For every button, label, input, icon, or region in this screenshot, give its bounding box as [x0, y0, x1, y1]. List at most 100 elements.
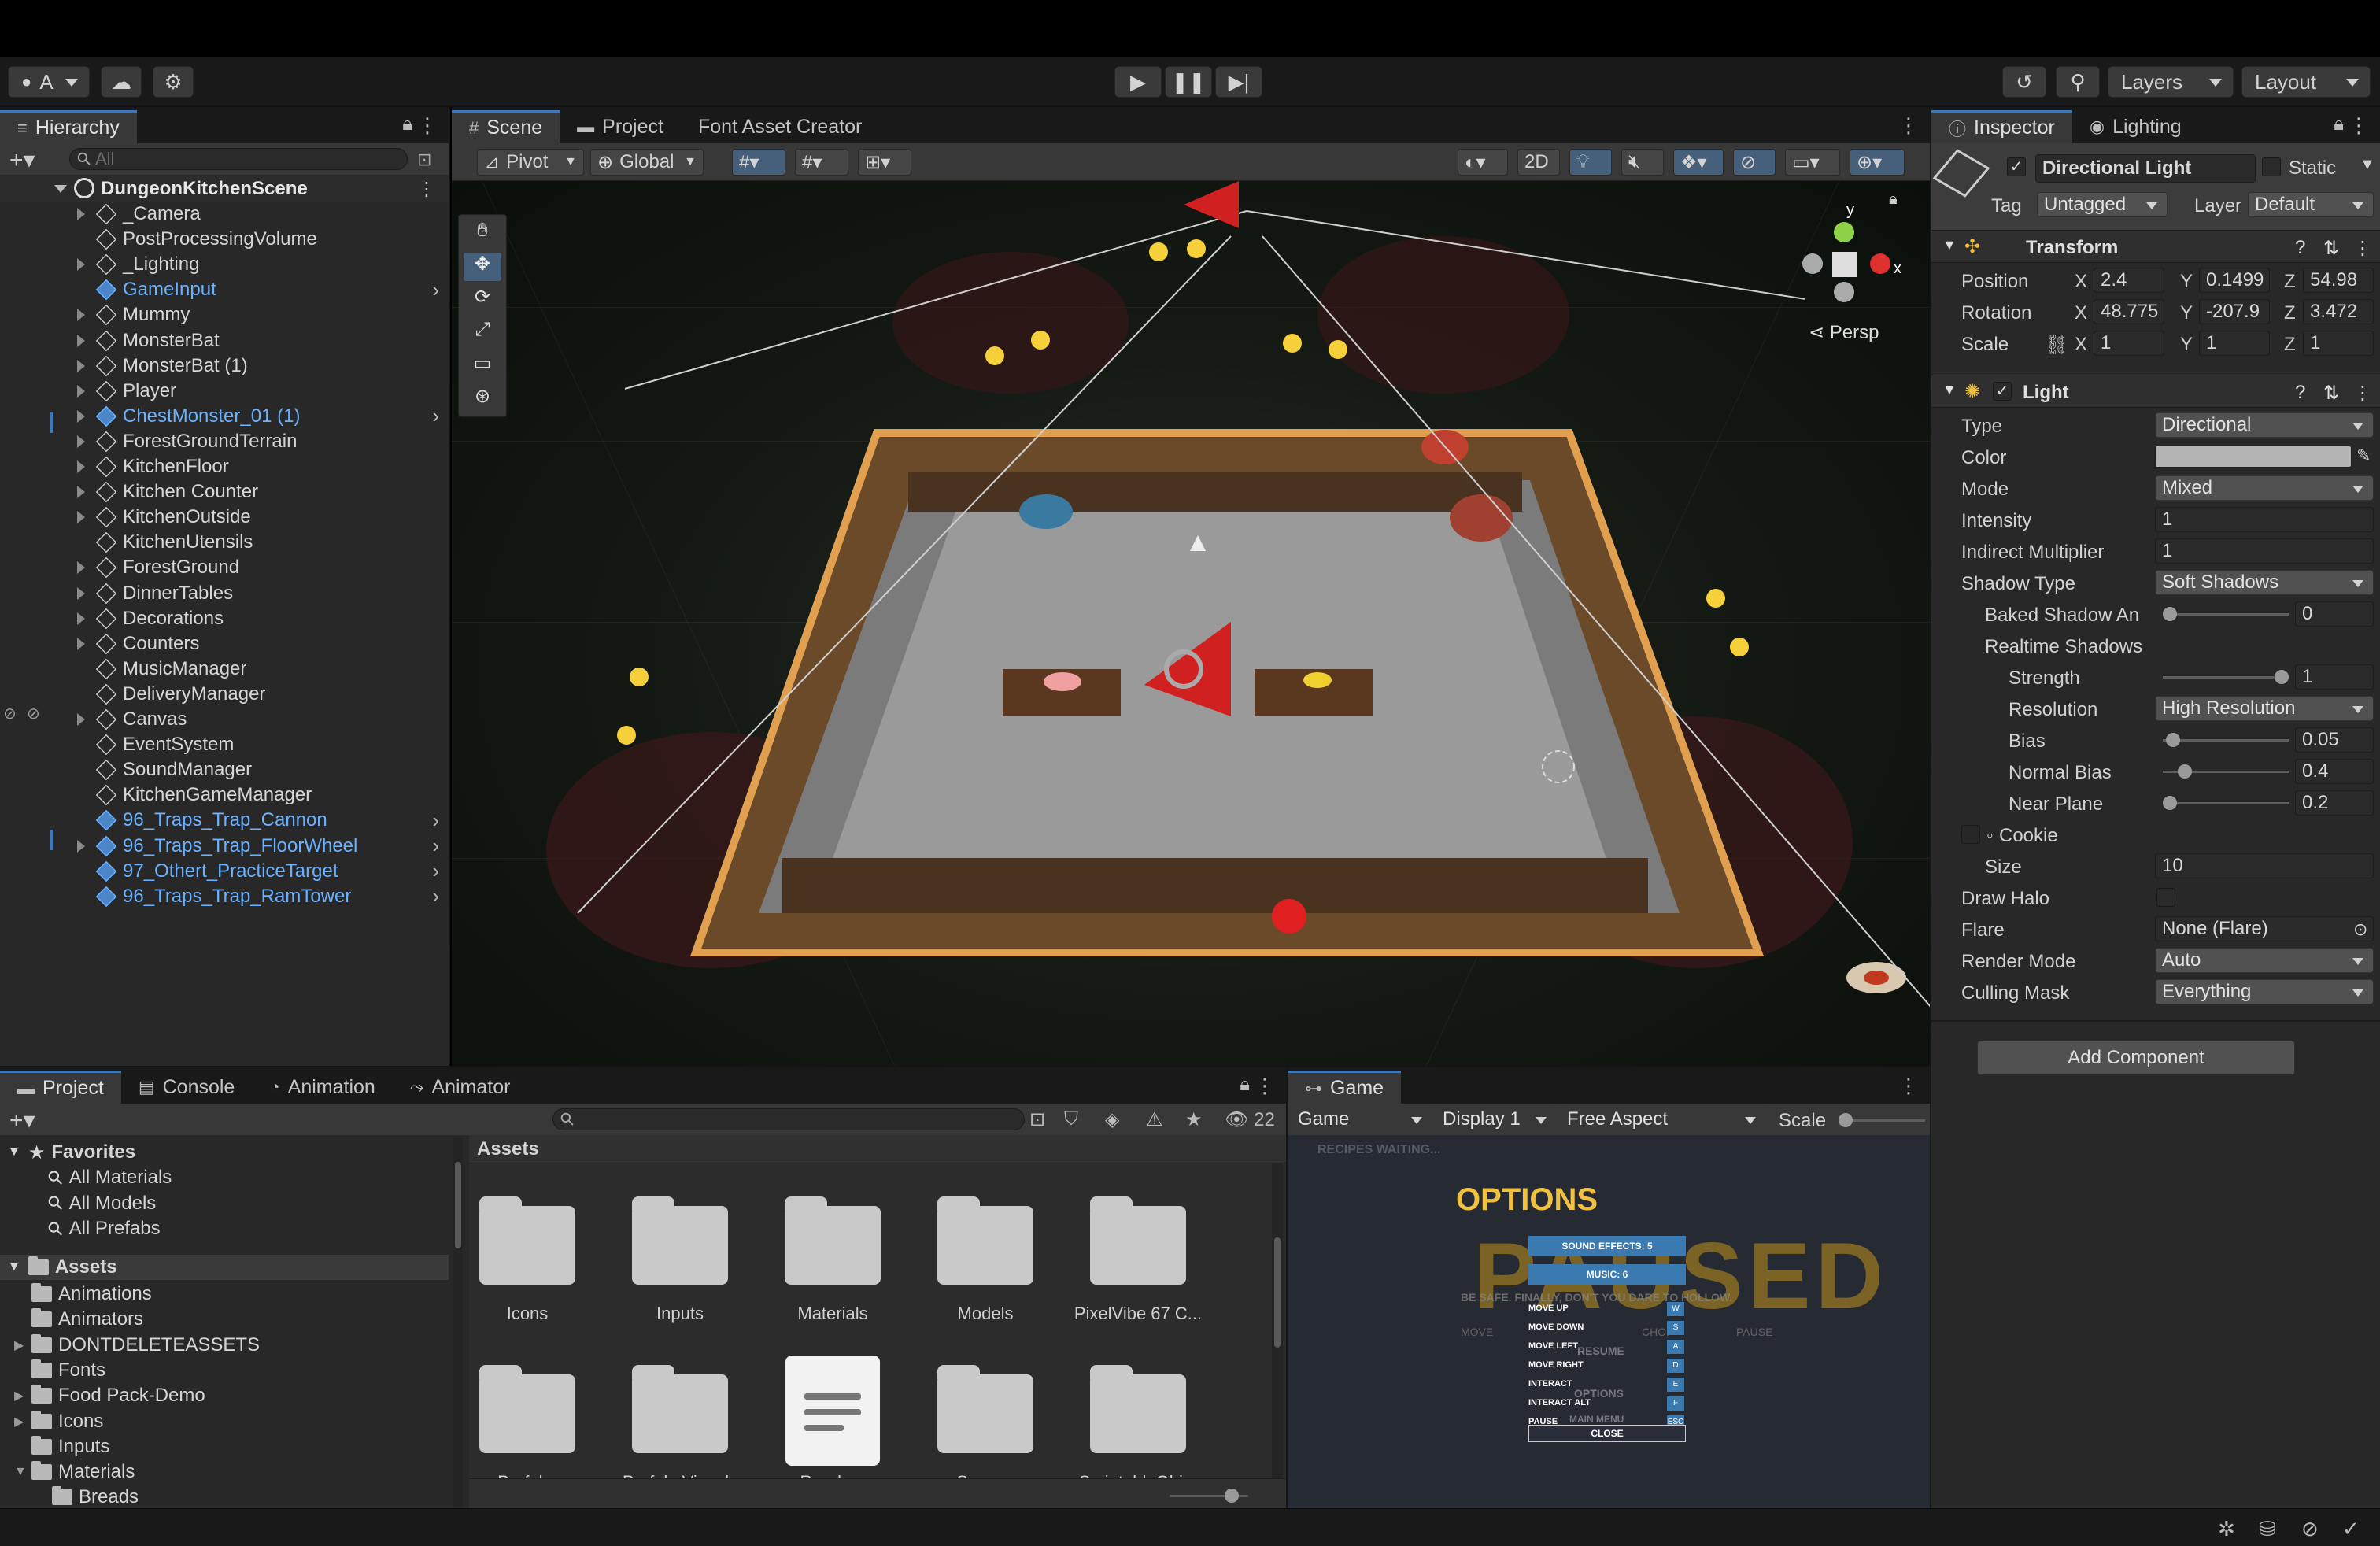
expand-arrow-icon[interactable] [77, 486, 85, 499]
asset-item[interactable]: ScriptableObj... [1067, 1356, 1209, 1497]
icon-size-slider[interactable] [1170, 1489, 1248, 1503]
tab-inspector[interactable]: ⓘ Inspector [1931, 110, 2072, 143]
tab-game[interactable]: ⊶ Game [1288, 1071, 1402, 1104]
filter-icon[interactable]: ⊡ [417, 150, 431, 170]
2d-toggle[interactable]: 2D [1517, 149, 1560, 176]
pivot-dropdown[interactable]: ⊿ Pivot ▼ [477, 149, 584, 176]
global-dropdown[interactable]: ⊕ Global ▼ [590, 149, 704, 176]
scale-z-field[interactable]: 1 [2303, 331, 2374, 356]
rotation-z-field[interactable]: 3.472 [2303, 299, 2374, 324]
scale-slider[interactable] [1839, 1113, 1925, 1127]
cloud-button[interactable]: ☁ [101, 66, 142, 98]
transform-header[interactable]: ▼ ✣ Transform ? ⇅ ⋮ [1931, 230, 2380, 263]
static-checkbox[interactable] [2262, 157, 2281, 176]
tab-project[interactable]: ▬ Project [0, 1071, 121, 1104]
more-menu-icon[interactable]: ⋮ [1255, 1074, 1275, 1098]
hierarchy-item[interactable]: 96_Traps_Trap_RamTower › [0, 884, 449, 909]
tab-hierarchy[interactable]: ≡ Hierarchy [0, 110, 137, 143]
asset-folder-row[interactable]: ▼ Materials [14, 1459, 135, 1485]
hierarchy-item[interactable]: Decorations [0, 606, 449, 631]
component-menu-icon[interactable]: ⋮ [2353, 382, 2372, 405]
hierarchy-item[interactable]: 96_Traps_Trap_FloorWheel › [0, 834, 449, 859]
hierarchy-item[interactable]: MonsterBat (1) [0, 353, 449, 379]
expand-arrow-icon[interactable] [77, 435, 85, 448]
asset-item[interactable]: PixelVibe 67 C... [1067, 1187, 1209, 1329]
expand-arrow-icon[interactable]: ▶ [14, 1337, 24, 1353]
near-plane-slider[interactable] [2163, 796, 2289, 810]
intensity-field[interactable]: 1 [2155, 507, 2374, 532]
hidden-packages-toggle[interactable]: 👁︎ 22 [1225, 1108, 1275, 1131]
hierarchy-item[interactable]: 97_Othert_PracticeTarget › [0, 859, 449, 884]
open-prefab-icon[interactable]: › [432, 808, 439, 833]
hierarchy-item[interactable]: 96_Traps_Trap_Cannon › [0, 808, 449, 833]
more-menu-icon[interactable]: ⋮ [1898, 113, 1919, 138]
expand-arrow-icon[interactable] [77, 409, 85, 423]
size-field[interactable]: 10 [2155, 853, 2374, 878]
draw-halo-checkbox[interactable] [2156, 888, 2175, 907]
rect-tool-icon[interactable]: ▭ [464, 352, 501, 380]
asset-folder-row[interactable]: Animations [31, 1282, 152, 1307]
shadow-type-dropdown[interactable]: Soft Shadows [2155, 570, 2374, 595]
hierarchy-item[interactable]: KitchenGameManager [0, 782, 449, 808]
component-menu-icon[interactable]: ⋮ [2353, 237, 2372, 260]
scale-x-field[interactable]: 1 [2094, 331, 2164, 356]
tab-lighting[interactable]: ◉ Lighting [2072, 110, 2199, 143]
hierarchy-item[interactable]: ForestGround [0, 555, 449, 580]
hierarchy-item[interactable]: SoundManager [0, 757, 449, 782]
chevron-down-icon[interactable]: ▼ [2360, 156, 2375, 174]
hierarchy-item[interactable]: Kitchen Counter [0, 479, 449, 505]
hierarchy-item[interactable]: Counters [0, 631, 449, 656]
normal-bias-slider[interactable] [2163, 764, 2289, 779]
create-button[interactable]: +▾ [9, 1107, 35, 1134]
more-menu-icon[interactable]: ⋮ [1898, 1074, 1919, 1098]
expand-arrow-icon[interactable] [77, 309, 85, 322]
bias-field[interactable]: 0.05 [2295, 727, 2374, 753]
expand-arrow-icon[interactable] [77, 586, 85, 600]
assets-root-row[interactable]: ▼ Assets [0, 1255, 449, 1280]
favorite-item[interactable]: ⚲ All Materials [43, 1165, 172, 1190]
expand-arrow-icon[interactable] [77, 208, 85, 220]
scale-tool-icon[interactable]: ⤢ [464, 319, 501, 347]
asset-folder-row[interactable]: Inputs [31, 1434, 109, 1459]
expand-arrow-icon[interactable] [77, 511, 85, 524]
hierarchy-item[interactable]: DinnerTables [0, 581, 449, 606]
strength-field[interactable]: 1 [2295, 664, 2374, 690]
object-picker-icon[interactable]: ⊙ [2353, 919, 2367, 940]
tab-animation[interactable]: ◔ Animation [252, 1071, 392, 1104]
indirect-multiplier-field[interactable]: 1 [2155, 538, 2374, 564]
check-icon[interactable]: ✓ [2342, 1517, 2360, 1541]
slider-knob[interactable] [2177, 764, 2192, 779]
asset-folder-row[interactable]: ▶ Icons [14, 1409, 103, 1434]
options-button[interactable]: OPTIONS [1574, 1387, 1624, 1400]
gizmo-center[interactable] [1832, 252, 1857, 277]
open-prefab-icon[interactable]: › [432, 404, 439, 428]
move-tool-icon[interactable]: ✥ [464, 253, 501, 281]
scrollbar-thumb[interactable] [1274, 1237, 1281, 1348]
pause-button[interactable]: ❚❚ [1165, 66, 1212, 98]
hierarchy-item[interactable]: Mummy [0, 302, 449, 327]
position-x-field[interactable]: 2.4 [2094, 268, 2164, 293]
hierarchy-item[interactable]: MonsterBat [0, 328, 449, 353]
open-prefab-icon[interactable]: › [432, 884, 439, 908]
tag-dropdown[interactable]: Untagged [2037, 192, 2168, 217]
warning-icon[interactable]: ⚠︎ [1146, 1108, 1163, 1131]
lighting-toggle[interactable]: 💡︎ [1569, 149, 1612, 176]
expand-arrow-icon[interactable]: ▶ [14, 1388, 24, 1404]
rotation-x-field[interactable]: 48.775 [2094, 299, 2164, 324]
slider-knob[interactable] [2275, 670, 2289, 684]
active-checkbox[interactable]: ✓ [2007, 157, 2026, 176]
baked-shadow-field[interactable]: 0 [2295, 601, 2374, 627]
help-icon[interactable]: ? [2295, 382, 2305, 404]
breadcrumb-assets[interactable]: Assets [477, 1138, 539, 1160]
game-view[interactable]: RECIPES WAITING... PAUSE D OPTIONS SOUND … [1288, 1135, 1930, 1510]
lock-icon[interactable]: 🔒︎ [402, 113, 412, 135]
eyedropper-icon[interactable]: ✎ [2356, 446, 2371, 466]
hierarchy-item[interactable]: PostProcessingVolume [0, 227, 449, 252]
hierarchy-item[interactable]: DeliveryManager [0, 682, 449, 707]
light-enabled-checkbox[interactable]: ✓ [1993, 382, 2012, 401]
render-mode-dropdown[interactable]: Auto [2155, 948, 2374, 973]
near-plane-field[interactable]: 0.2 [2295, 790, 2374, 816]
scene-row[interactable]: DungeonKitchenScene ⋮ [0, 176, 449, 202]
rotate-tool-icon[interactable]: ⟳ [464, 286, 501, 314]
expand-arrow-icon[interactable] [77, 384, 85, 398]
